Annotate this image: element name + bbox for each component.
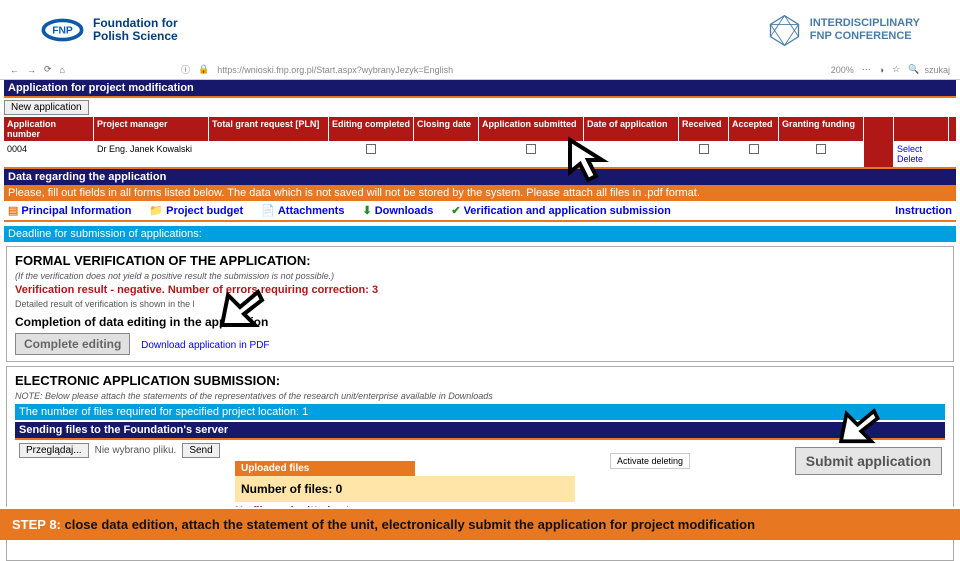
reload-icon[interactable]: ⟳: [44, 64, 52, 75]
browse-button[interactable]: Przeglądaj...: [19, 443, 89, 458]
formal-title: FORMAL VERIFICATION OF THE APPLICATION:: [15, 253, 945, 268]
submit-application-button[interactable]: Submit application: [795, 447, 942, 475]
checkbox-granting[interactable]: [816, 144, 826, 154]
conf-text-1: INTERDISCIPLINARY: [810, 17, 920, 30]
tab-attachments[interactable]: 📄Attachments: [261, 204, 344, 217]
checkbox-submitted[interactable]: [526, 144, 536, 154]
checkbox-accepted[interactable]: [749, 144, 759, 154]
doc-icon: ▤: [8, 204, 18, 217]
conference-logo: INTERDISCIPLINARY FNP CONFERENCE: [767, 13, 920, 48]
info-icon[interactable]: ⓘ: [181, 63, 190, 76]
download-pdf-link[interactable]: Download application in PDF: [141, 340, 269, 351]
col-closing-date: Closing date: [414, 117, 479, 141]
col-app-submitted: Application submitted: [479, 117, 584, 141]
tab-downloads[interactable]: ⬇Downloads: [362, 204, 433, 217]
tab-verification[interactable]: ✔Verification and application submission: [451, 204, 670, 217]
back-icon[interactable]: ←: [10, 65, 19, 75]
tab-project-budget[interactable]: 📁Project budget: [149, 204, 243, 217]
table-row: 0004 Dr Eng. Janek Kowalski Select Delet…: [4, 141, 956, 169]
file-icon: 📄: [261, 204, 275, 217]
select-link[interactable]: Select: [897, 144, 922, 154]
cell-closing: [414, 141, 479, 167]
fnp-logo-icon: FNP: [40, 16, 85, 44]
uploaded-header: Uploaded files: [235, 461, 415, 476]
download-icon: ⬇: [362, 204, 371, 217]
dots-icon[interactable]: ⋯: [862, 64, 871, 75]
cell-num: 0004: [4, 141, 94, 167]
col-granting: Granting funding: [779, 117, 864, 141]
formal-verification-box: FORMAL VERIFICATION OF THE APPLICATION: …: [6, 246, 954, 362]
col-accepted: Accepted: [729, 117, 779, 141]
cell-grant: [209, 141, 329, 167]
lock-icon: 🔒: [198, 64, 209, 75]
verification-negative: Verification result - negative. Number o…: [15, 284, 945, 296]
page-title: Application for project modification: [4, 80, 956, 98]
table-header: Application number Project manager Total…: [4, 117, 956, 141]
electronic-title: ELECTRONIC APPLICATION SUBMISSION:: [15, 373, 945, 388]
files-count-box: Number of files: 0: [235, 476, 575, 502]
completion-title: Completion of data editing in the applic…: [15, 315, 945, 329]
conference-icon: [767, 13, 802, 48]
col-date-app: Date of application: [584, 117, 679, 141]
conf-text-2: FNP CONFERENCE: [810, 30, 920, 43]
detail-text: Detailed result of verification is shown…: [15, 299, 945, 309]
search-icon[interactable]: 🔍: [908, 64, 919, 75]
checkbox-received[interactable]: [699, 144, 709, 154]
data-regarding-title: Data regarding the application: [4, 169, 956, 185]
fnp-logo: FNP Foundation for Polish Science: [40, 16, 178, 44]
cell-mgr: Dr Eng. Janek Kowalski: [94, 141, 209, 167]
footer-text: close data edition, attach the statement…: [61, 517, 755, 532]
home-icon[interactable]: ⌂: [60, 65, 65, 75]
shield-icon[interactable]: ◑: [879, 65, 884, 75]
complete-editing-button[interactable]: Complete editing: [15, 333, 130, 355]
formal-note: (If the verification does not yield a po…: [15, 271, 945, 281]
fnp-text-2: Polish Science: [93, 30, 178, 43]
svg-text:FNP: FNP: [52, 26, 73, 37]
col-grant-request: Total grant request [PLN]: [209, 117, 329, 141]
col-actions: [894, 117, 949, 141]
electronic-note: NOTE: Below please attach the statements…: [15, 391, 945, 401]
new-application-button[interactable]: New application: [4, 100, 89, 115]
sending-files-bar: Sending files to the Foundation's server: [15, 422, 945, 440]
activate-deleting-button[interactable]: Activate deleting: [610, 453, 690, 469]
url-bar[interactable]: https://wnioski.fnp.org.pl/Start.aspx?wy…: [217, 65, 823, 75]
check-icon: ✔: [451, 204, 460, 217]
delete-link[interactable]: Delete: [897, 154, 923, 164]
footer-bar: STEP 8: close data edition, attach the s…: [0, 507, 960, 540]
instruction-link[interactable]: Instruction: [895, 205, 952, 217]
forward-icon[interactable]: →: [27, 65, 36, 75]
top-banner: FNP Foundation for Polish Science INTERD…: [0, 0, 960, 60]
tab-principal-info[interactable]: ▤Principal Information: [8, 204, 131, 217]
col-app-number: Application number: [4, 117, 94, 141]
warning-bar: Please, fill out fields in all forms lis…: [4, 185, 956, 201]
col-editing-completed: Editing completed: [329, 117, 414, 141]
send-button[interactable]: Send: [182, 443, 219, 458]
col-received: Received: [679, 117, 729, 141]
zoom-level: 200%: [831, 65, 854, 75]
browser-bar: ← → ⟳ ⌂ ⓘ 🔒 https://wnioski.fnp.org.pl/S…: [0, 60, 960, 80]
files-required-bar: The number of files required for specifi…: [15, 404, 945, 420]
folder-icon: 📁: [149, 204, 163, 217]
star-icon[interactable]: ☆: [892, 64, 900, 75]
footer-step: STEP 8:: [12, 517, 61, 532]
col-project-manager: Project manager: [94, 117, 209, 141]
search-input[interactable]: szukaj: [924, 65, 950, 75]
no-file-text: Nie wybrano pliku.: [95, 445, 177, 456]
checkbox-editing[interactable]: [366, 144, 376, 154]
nav-tabs: ▤Principal Information 📁Project budget 📄…: [4, 201, 956, 222]
deadline-bar: Deadline for submission of applications:: [4, 226, 956, 242]
col-blank: [864, 117, 894, 141]
cell-date: [584, 141, 679, 167]
